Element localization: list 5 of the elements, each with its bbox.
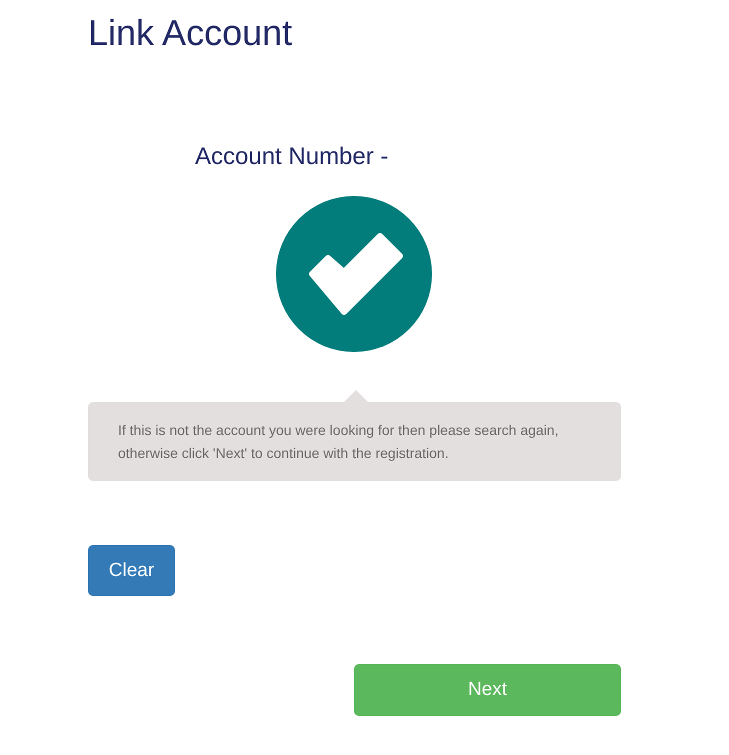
clear-button[interactable]: Clear <box>88 545 175 596</box>
account-number-label: Account Number - <box>195 142 388 172</box>
info-message: If this is not the account you were looking for then please search again, otherwise click 'Next' to continue with the registration. <box>88 402 621 481</box>
page-title: Link Account <box>88 11 294 55</box>
next-button[interactable]: Next <box>354 664 621 716</box>
